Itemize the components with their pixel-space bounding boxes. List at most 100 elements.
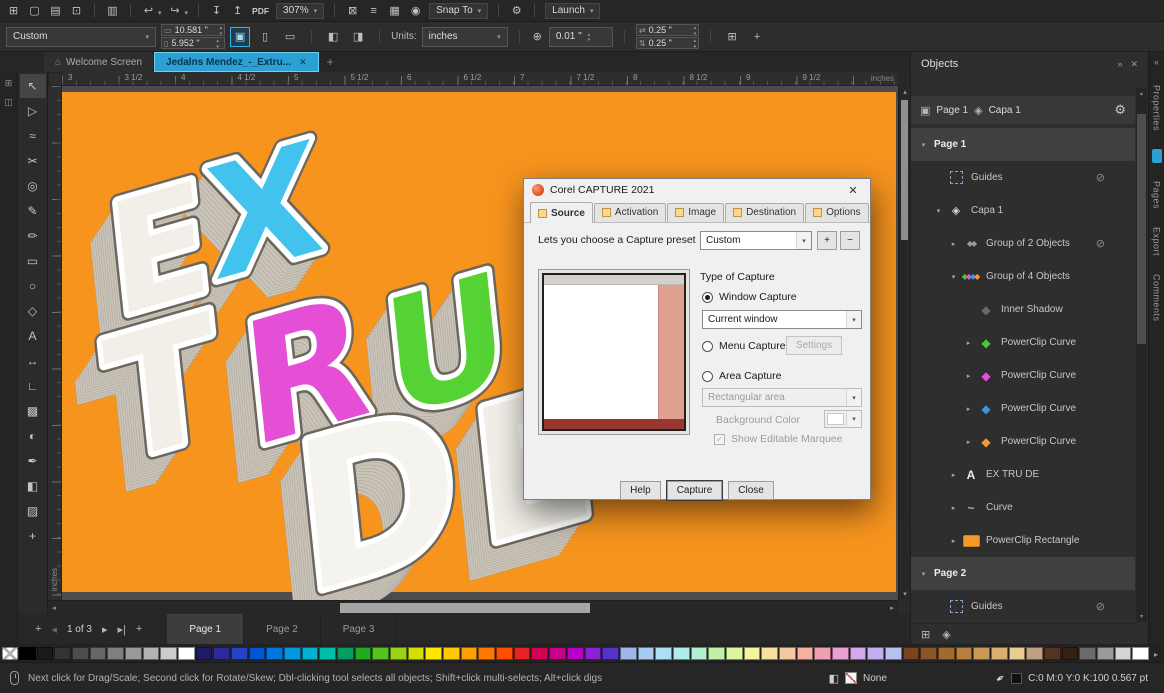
color-swatch[interactable] <box>319 647 336 660</box>
chevron-down-icon[interactable] <box>158 2 162 20</box>
color-swatch[interactable] <box>107 647 124 660</box>
expander-icon[interactable]: ▸ <box>947 504 960 512</box>
add-control-button[interactable]: + <box>747 27 767 47</box>
new-document-tab-button[interactable]: + <box>319 52 342 72</box>
color-swatch[interactable] <box>850 647 867 660</box>
color-swatch[interactable] <box>355 647 372 660</box>
color-swatch[interactable] <box>1132 647 1149 660</box>
expander-icon[interactable]: ▸ <box>962 372 975 380</box>
no-color-swatch[interactable] <box>2 647 18 660</box>
color-swatch[interactable] <box>213 647 230 660</box>
connector-tool[interactable]: ∟ <box>20 374 46 398</box>
document-tab-active[interactable]: Jedalns Mendez_-_Extru...✕ <box>154 52 319 72</box>
next-page-icon[interactable]: ▸ <box>97 623 113 636</box>
color-swatch[interactable] <box>1009 647 1026 660</box>
objects-row-shadow[interactable]: ◆Inner Shadow <box>911 293 1135 326</box>
color-swatch[interactable] <box>443 647 460 660</box>
expander-icon[interactable]: ▾ <box>932 207 945 215</box>
dimension-tool[interactable]: ↔ <box>20 349 46 373</box>
objects-row-curve[interactable]: ▸~Curve <box>911 491 1135 524</box>
color-swatch[interactable] <box>196 647 213 660</box>
menu-capture-radio[interactable]: Menu Capture <box>702 340 786 352</box>
color-swatch[interactable] <box>814 647 831 660</box>
color-swatch[interactable] <box>496 647 513 660</box>
capture-preset-combo[interactable]: Custom <box>700 231 812 250</box>
color-swatch[interactable] <box>337 647 354 660</box>
color-swatch[interactable] <box>761 647 778 660</box>
objects-row-layer[interactable]: ▾◈Capa 1 <box>911 194 1135 227</box>
eye-off-icon[interactable]: ⊘ <box>1096 237 1105 250</box>
last-page-icon[interactable]: ▸| <box>113 623 131 636</box>
scroll-right-icon[interactable]: ▸ <box>886 601 898 615</box>
expander-icon[interactable]: ▾ <box>917 141 930 149</box>
vertical-ruler[interactable]: inches <box>48 86 62 600</box>
units-combo[interactable]: inches <box>422 27 508 47</box>
objects-row-group2[interactable]: ▸◆◆Group of 2 Objects⊘ <box>911 227 1135 260</box>
shape-tool[interactable]: ▷ <box>20 99 46 123</box>
expander-icon[interactable]: ▾ <box>947 273 960 281</box>
color-swatch[interactable] <box>867 647 884 660</box>
artistic-media-tool[interactable]: ✏ <box>20 224 46 248</box>
color-swatch[interactable] <box>1097 647 1114 660</box>
objects-row-page[interactable]: ▾Page 1 <box>911 128 1135 161</box>
ruler-origin[interactable] <box>48 72 62 86</box>
objects-row-clip[interactable]: ▸◆PowerClip Curve <box>911 392 1135 425</box>
text-tool[interactable]: A <box>20 324 46 348</box>
portrait-button[interactable]: ▯ <box>255 27 275 47</box>
color-swatch[interactable] <box>920 647 937 660</box>
docker-tab-comments[interactable]: Comments <box>1152 274 1162 322</box>
all-pages-button[interactable]: ◨ <box>348 27 368 47</box>
printer-off-icon[interactable]: ⊘ <box>1096 171 1105 184</box>
color-swatch[interactable] <box>231 647 248 660</box>
import-icon[interactable]: ↧ <box>207 2 226 19</box>
landscape-button[interactable]: ▭ <box>280 27 300 47</box>
expander-icon[interactable]: ▸ <box>962 405 975 413</box>
duplicate-x-spinner[interactable] <box>694 24 697 36</box>
page-size-preset-combo[interactable]: Custom <box>6 27 156 47</box>
color-swatch[interactable] <box>620 647 637 660</box>
color-swatch[interactable] <box>408 647 425 660</box>
zoom-level-combo[interactable]: 307% <box>276 3 324 19</box>
add-tool-button[interactable]: + <box>20 524 46 548</box>
save-icon[interactable]: ⊡ <box>67 2 86 19</box>
outline-indicator[interactable]: ✒ C:0 M:0 Y:0 K:100 0.567 pt <box>996 672 1148 685</box>
color-swatch[interactable] <box>956 647 973 660</box>
tab-activation[interactable]: Activation <box>594 203 666 222</box>
width-spinner[interactable] <box>220 24 223 36</box>
objects-row-text[interactable]: ▸AEX TRU DE <box>911 458 1135 491</box>
close-button[interactable]: Close <box>728 481 774 500</box>
window-capture-radio[interactable]: Window Capture <box>702 291 797 303</box>
rectangle-tool[interactable]: ▭ <box>20 249 46 273</box>
horizontal-ruler[interactable]: inches 33 1/244 1/255 1/266 1/277 1/288 … <box>62 72 898 86</box>
current-window-combo[interactable]: Current window <box>702 310 862 329</box>
objects-row-clip[interactable]: ▸◆PowerClip Curve <box>911 425 1135 458</box>
remove-preset-button[interactable]: − <box>840 231 860 250</box>
new-page-icon[interactable]: ⊞ <box>921 628 930 641</box>
print-icon[interactable]: ▥ <box>103 2 122 19</box>
settings-button[interactable]: Settings <box>786 336 842 355</box>
color-swatch[interactable] <box>1044 647 1061 660</box>
active-layer-bar[interactable]: ▣ Page 1 ◈ Capa 1 ⚙ <box>911 96 1135 124</box>
docker-scrollbar[interactable]: ▴ ▾ <box>1136 88 1147 622</box>
chevron-down-icon[interactable] <box>185 2 189 20</box>
nudge-spinner[interactable] <box>588 32 591 42</box>
color-swatch[interactable] <box>903 647 920 660</box>
add-page-button[interactable]: + <box>30 623 46 635</box>
dock-toggle-icon[interactable]: ◫ <box>4 97 13 108</box>
color-swatch[interactable] <box>1062 647 1079 660</box>
vertical-scrollbar[interactable]: ▴ ▾ <box>898 86 910 600</box>
treat-as-filled-button[interactable]: ⊞ <box>722 27 742 47</box>
color-swatch[interactable] <box>655 647 672 660</box>
color-swatch[interactable] <box>602 647 619 660</box>
color-swatch[interactable] <box>478 647 495 660</box>
color-swatch[interactable] <box>37 647 54 660</box>
area-capture-radio[interactable]: Area Capture <box>702 370 781 382</box>
color-swatch[interactable] <box>143 647 160 660</box>
fill-indicator[interactable]: ◧ None <box>829 672 887 685</box>
scroll-down-icon[interactable]: ▾ <box>1136 611 1147 622</box>
color-swatch[interactable] <box>708 647 725 660</box>
eyedropper-tool[interactable]: ✒ <box>20 449 46 473</box>
area-type-combo[interactable]: Rectangular area <box>702 388 862 407</box>
color-swatch[interactable] <box>302 647 319 660</box>
expander-icon[interactable]: ▸ <box>947 537 960 545</box>
